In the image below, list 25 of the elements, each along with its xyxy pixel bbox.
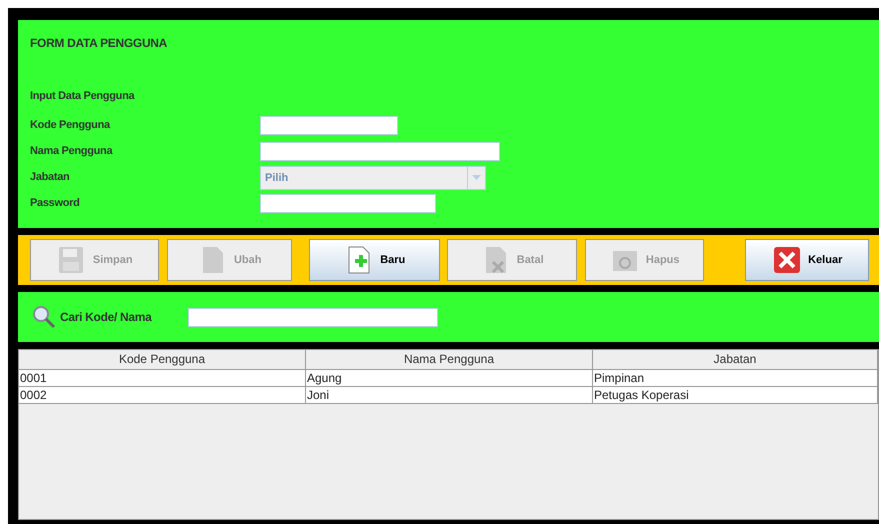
section-label: Input Data Pengguna (30, 89, 136, 104)
form-title: FORM DATA PENGGUNA (30, 35, 168, 52)
column-header[interactable]: Kode Pengguna (19, 350, 306, 370)
input-field[interactable] (260, 142, 500, 161)
column-header[interactable]: Jabatan (593, 350, 878, 370)
table-cell: 0001 (19, 370, 306, 387)
table-cell: Agung (306, 370, 593, 387)
caret-icon (472, 175, 481, 180)
close-icon (772, 245, 802, 275)
search-label: Cari Kode/ Nama (60, 309, 153, 326)
search-field[interactable] (188, 308, 438, 326)
toolbar-button[interactable]: Baru (308, 239, 440, 281)
table-cell: Petugas Koperasi (593, 387, 878, 404)
input-field[interactable] (260, 116, 398, 135)
table-cell: Pimpinan (593, 370, 878, 387)
field-label: Nama Pengguna (30, 144, 114, 160)
toolbar-button[interactable]: Keluar (745, 239, 869, 281)
input-field[interactable] (260, 194, 436, 213)
field-label: Kode Pengguna (30, 118, 112, 134)
search-icon (32, 305, 56, 329)
table-cell: 0002 (19, 387, 306, 404)
table-cell: Joni (306, 387, 593, 404)
column-header[interactable]: Nama Pengguna (306, 350, 593, 370)
field-label: Jabatan (30, 170, 70, 186)
field-label: Password (30, 196, 81, 212)
